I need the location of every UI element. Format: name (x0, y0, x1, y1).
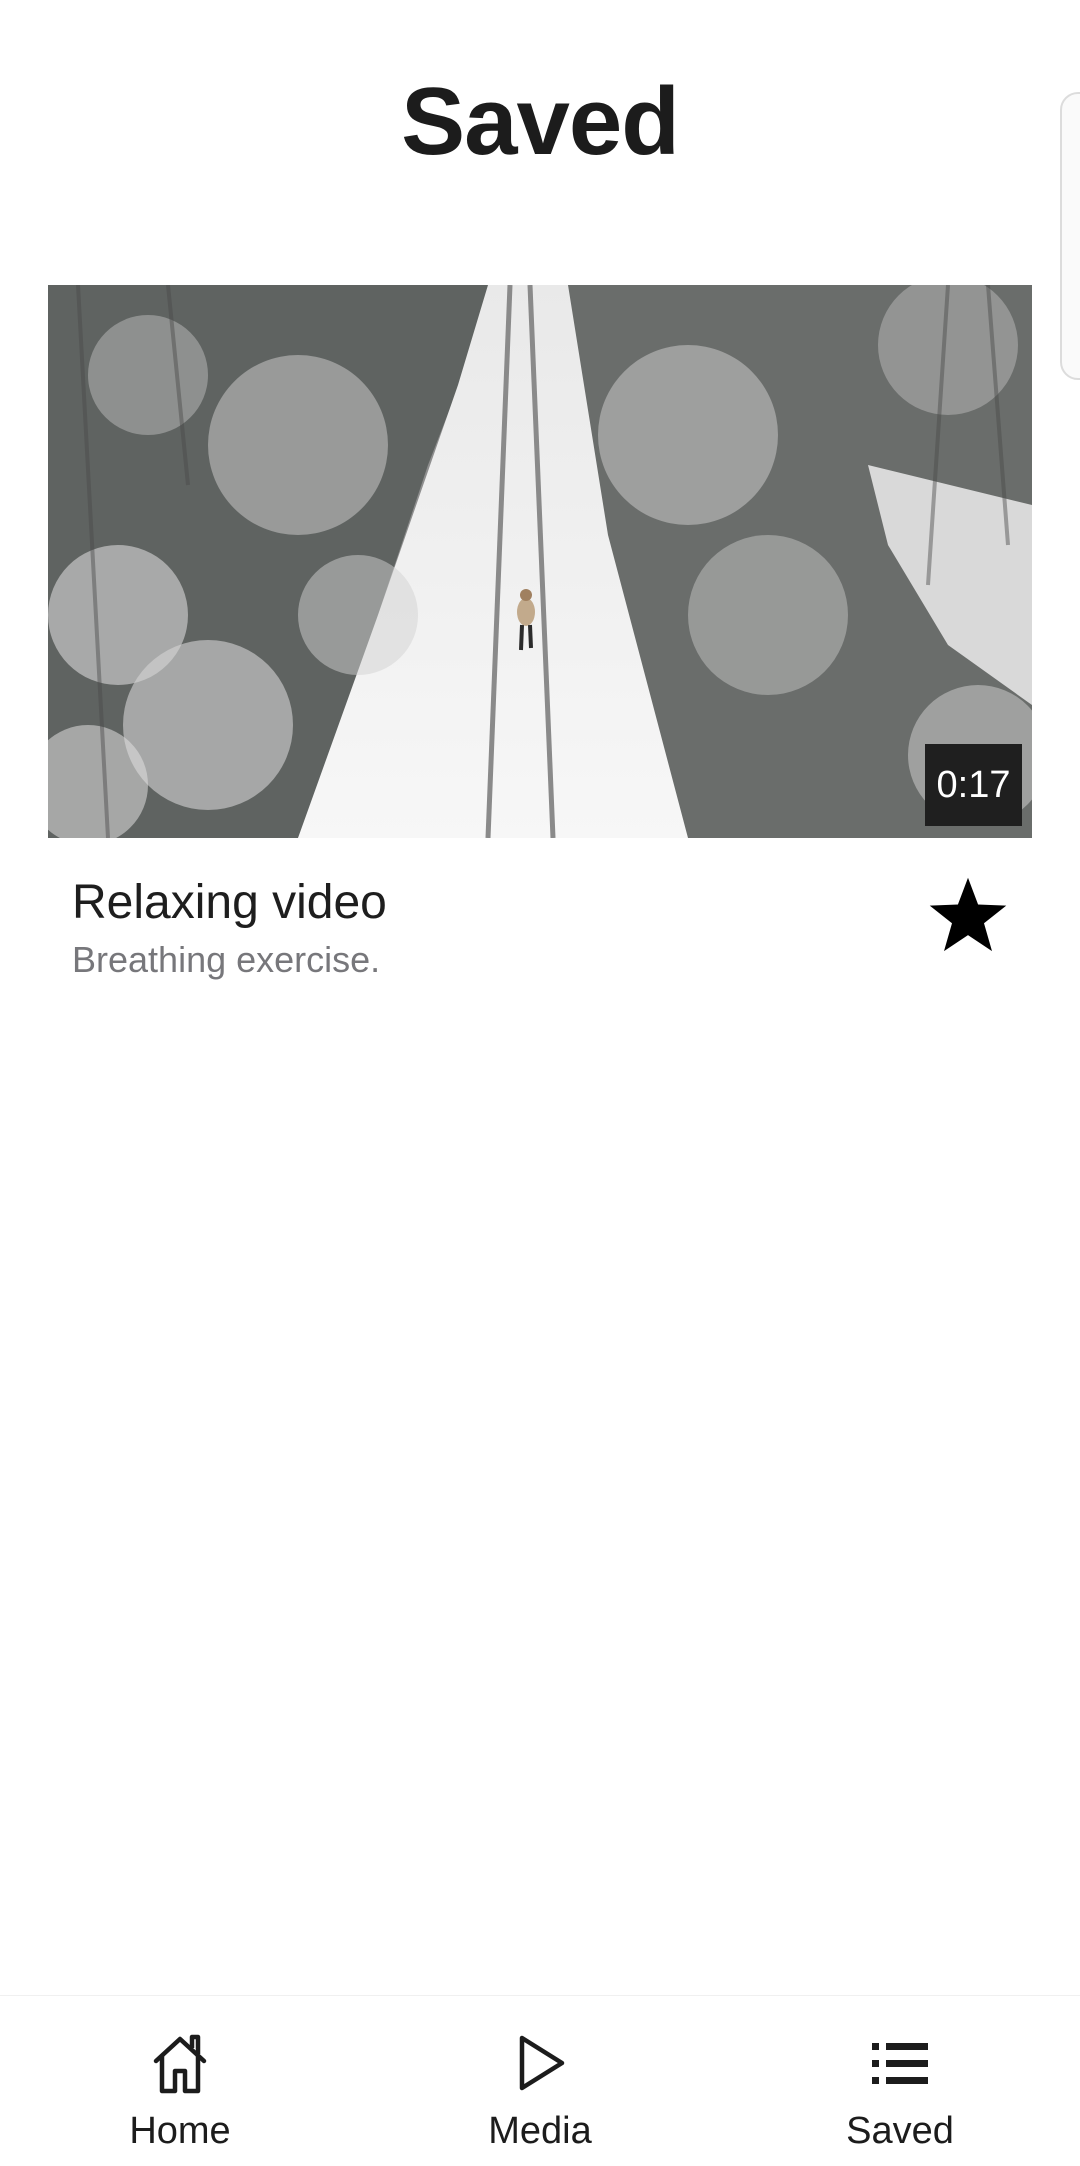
nav-label-home: Home (129, 2110, 231, 2152)
duration-badge: 0:17 (925, 744, 1022, 826)
bottom-navigation: Home Media Saved (0, 1995, 1080, 2166)
snowy-forest-road-thumbnail (48, 285, 1032, 838)
edge-panel-handle[interactable] (1060, 92, 1080, 380)
play-icon (519, 2035, 565, 2091)
star-filled-icon (929, 877, 1007, 952)
favorite-star-button[interactable] (920, 868, 1016, 964)
nav-item-media[interactable]: Media (430, 1996, 650, 2166)
nav-label-media: Media (488, 2110, 592, 2152)
video-info: Relaxing video Breathing exercise. (48, 838, 1032, 1018)
nav-item-saved[interactable]: Saved (790, 1996, 1010, 2166)
video-card[interactable]: 0:17 Relaxing video Breathing exercise. (48, 285, 1032, 1018)
home-icon (153, 2034, 207, 2094)
page-title: Saved (401, 68, 680, 175)
list-icon (872, 2043, 928, 2084)
nav-label-saved: Saved (846, 2110, 954, 2152)
video-title[interactable]: Relaxing video (72, 874, 387, 932)
video-thumbnail[interactable]: 0:17 (48, 285, 1032, 838)
video-subtitle: Breathing exercise. (72, 939, 381, 980)
nav-item-home[interactable]: Home (70, 1996, 290, 2166)
